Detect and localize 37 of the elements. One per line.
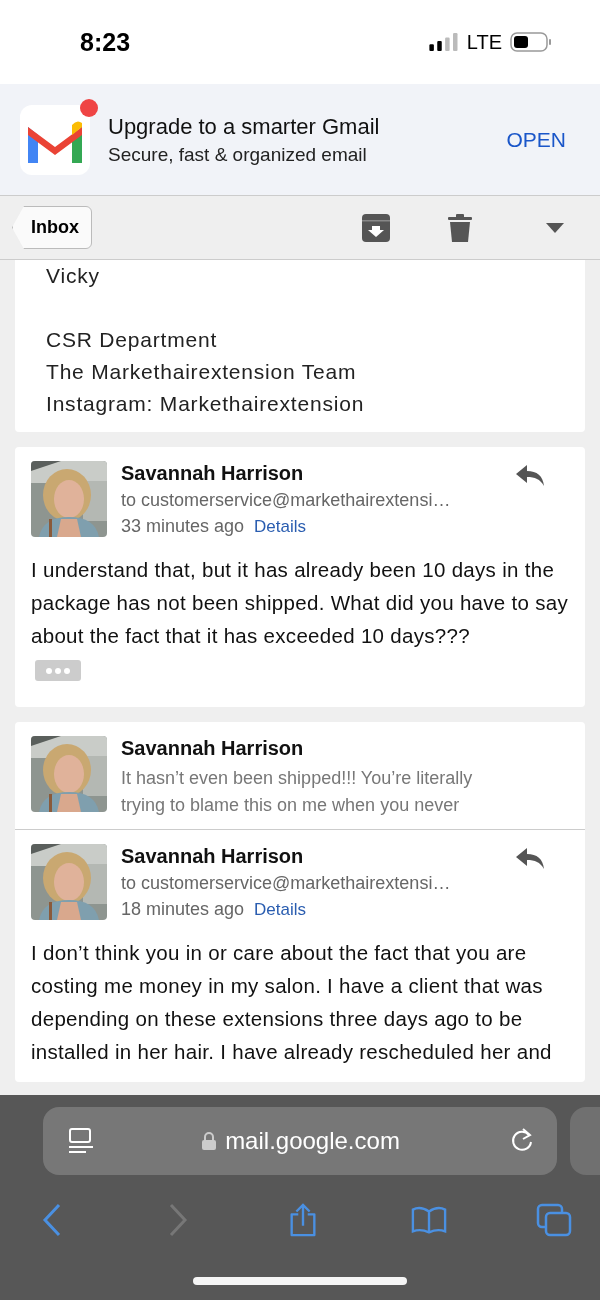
status-time: 8:23: [80, 27, 131, 57]
signature-line: The Markethairextension Team: [46, 359, 358, 385]
message-snippet: It hasn’t even been shipped!!! You’re literally trying to blame this on me when you never: [121, 767, 474, 817]
reply-icon[interactable]: [515, 463, 545, 487]
details-link[interactable]: Details: [254, 517, 307, 537]
battery-icon: [510, 32, 552, 52]
lock-icon: [202, 1132, 217, 1150]
sender-name: Savannah Harrison: [121, 737, 305, 760]
signature-line: CSR Department: [46, 327, 219, 353]
message-body: I don’t think you in or care about the fact that you are costing me money in my salon. I have a client that was depending on these extensions three days ago to be installed in her hair. I have already rescheduled her and: [31, 940, 553, 1065]
address-bar[interactable]: mail.google.com: [43, 1107, 557, 1175]
url-text: mail.google.com: [225, 1127, 400, 1155]
signal-icon: [428, 33, 459, 51]
archive-icon[interactable]: [362, 213, 390, 242]
ellipsis-icon: [43, 666, 73, 675]
recipient-text: to customerservice@markethairextensi…: [121, 490, 452, 511]
recipient-text: to customerservice@markethairextensi…: [121, 873, 452, 894]
tabs-icon[interactable]: [536, 1203, 572, 1237]
caret-icon[interactable]: [546, 222, 564, 233]
reader-icon[interactable]: [69, 1128, 93, 1154]
network-label: LTE: [466, 30, 502, 54]
mail-logo-icon: [20, 104, 90, 175]
signature-line: Instagram: Markethairextension: [46, 391, 366, 417]
open-button[interactable]: OPEN: [502, 121, 570, 158]
banner-subtitle: Secure, fast & organized email: [108, 143, 368, 166]
reload-icon[interactable]: [509, 1128, 535, 1154]
message-time: 18 minutes ago: [121, 899, 245, 920]
banner-title: Upgrade to a smarter Gmail: [108, 113, 381, 140]
reply-icon[interactable]: [515, 846, 545, 870]
signature-name: Vicky: [46, 263, 101, 289]
sender-name: Savannah Harrison: [121, 462, 305, 485]
message-time: 33 minutes ago: [121, 516, 245, 537]
details-link[interactable]: Details: [254, 900, 307, 920]
message-body: I understand that, but it has already been 10 days in the package has not been shipped. What did you have to say about the fact that it has exceeded 10 days???: [31, 557, 569, 649]
trash-icon[interactable]: [446, 213, 474, 242]
inbox-back-button[interactable]: Inbox: [12, 206, 92, 249]
sender-name: Savannah Harrison: [121, 845, 305, 868]
